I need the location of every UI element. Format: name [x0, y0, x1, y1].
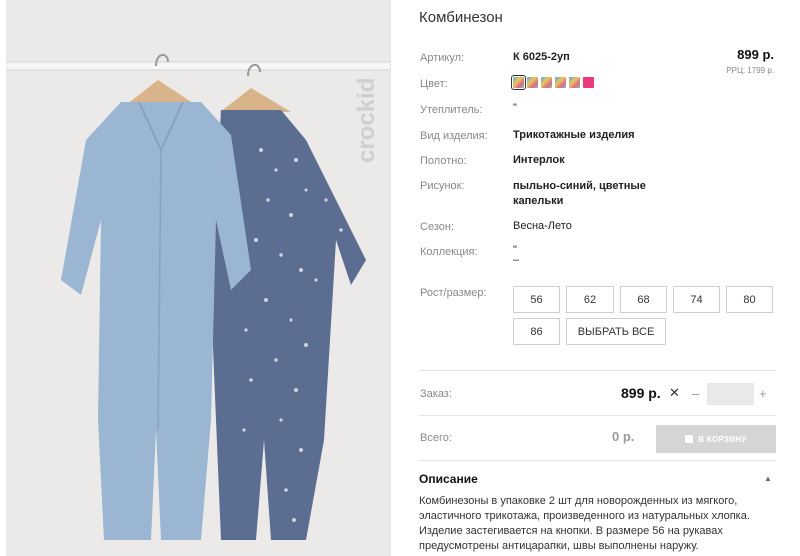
decrement-button[interactable]: – — [692, 386, 699, 401]
recommended-retail-price: РРЦ: 1799 р. — [726, 66, 774, 75]
collection-value-line2: – — [513, 254, 520, 266]
article-value: К 6025-2уп — [513, 51, 570, 63]
order-price: 899 р. — [621, 385, 661, 401]
pattern-value-line1: пыльно-синий, цветные — [513, 180, 646, 192]
divider — [419, 460, 776, 461]
fabric-value: Интерлок — [513, 154, 565, 166]
add-to-cart-button[interactable]: В КОРЗИНУ — [656, 425, 776, 453]
product-photo[interactable]: crockid — [6, 0, 391, 556]
size-button-62[interactable]: 62 — [566, 286, 614, 313]
type-value: Трикотажные изделия — [513, 129, 635, 141]
insulation-value: " — [513, 102, 517, 114]
product-title: Комбинезон — [419, 9, 503, 26]
total-label: Всего: — [420, 432, 452, 444]
product-price: 899 р. — [737, 47, 774, 62]
fabric-label: Полотно: — [420, 155, 467, 167]
shopping-bag-icon — [685, 435, 694, 443]
color-swatches — [511, 75, 594, 90]
color-swatch-5[interactable] — [569, 77, 580, 88]
size-button-68[interactable]: 68 — [620, 286, 667, 313]
order-label: Заказ: — [420, 388, 452, 400]
brand-logo: crockid — [353, 78, 380, 163]
total-price: 0 р. — [612, 429, 635, 444]
insulation-label: Утеплитель: — [420, 104, 483, 116]
select-all-button[interactable]: ВЫБРАТЬ ВСЕ — [566, 318, 666, 345]
type-label: Вид изделия: — [420, 130, 488, 142]
multiply-icon: ✕ — [669, 385, 680, 400]
color-swatch-pink[interactable] — [583, 77, 594, 88]
article-label: Артикул: — [420, 52, 465, 64]
size-button-56[interactable]: 56 — [513, 286, 560, 313]
size-button-86[interactable]: 86 — [513, 318, 560, 345]
pattern-value-line2: капельки — [513, 195, 564, 207]
description-text: Комбинезоны в упаковке 2 шт для новорожд… — [419, 495, 750, 552]
season-label: Сезон: — [420, 221, 454, 233]
add-to-cart-label: В КОРЗИНУ — [698, 434, 747, 444]
collapse-icon[interactable]: ▲ — [764, 474, 772, 483]
color-swatch-1[interactable] — [511, 75, 526, 90]
increment-button[interactable]: + — [759, 386, 767, 401]
divider — [419, 415, 776, 416]
svg-text:crockid: crockid — [353, 78, 380, 163]
pattern-label: Рисунок: — [420, 180, 465, 192]
size-button-74[interactable]: 74 — [673, 286, 720, 313]
size-button-80[interactable]: 80 — [726, 286, 773, 313]
size-label: Рост/размер: — [420, 287, 487, 299]
collection-label: Коллекция: — [420, 246, 478, 258]
color-swatch-2[interactable] — [527, 77, 538, 88]
color-swatch-3[interactable] — [541, 77, 552, 88]
quantity-input[interactable] — [707, 383, 754, 405]
product-image — [6, 0, 391, 556]
description-title[interactable]: Описание — [419, 472, 478, 486]
divider — [419, 370, 776, 371]
color-swatch-4[interactable] — [555, 77, 566, 88]
color-label: Цвет: — [420, 78, 448, 90]
season-value: Весна-Лето — [513, 220, 572, 232]
